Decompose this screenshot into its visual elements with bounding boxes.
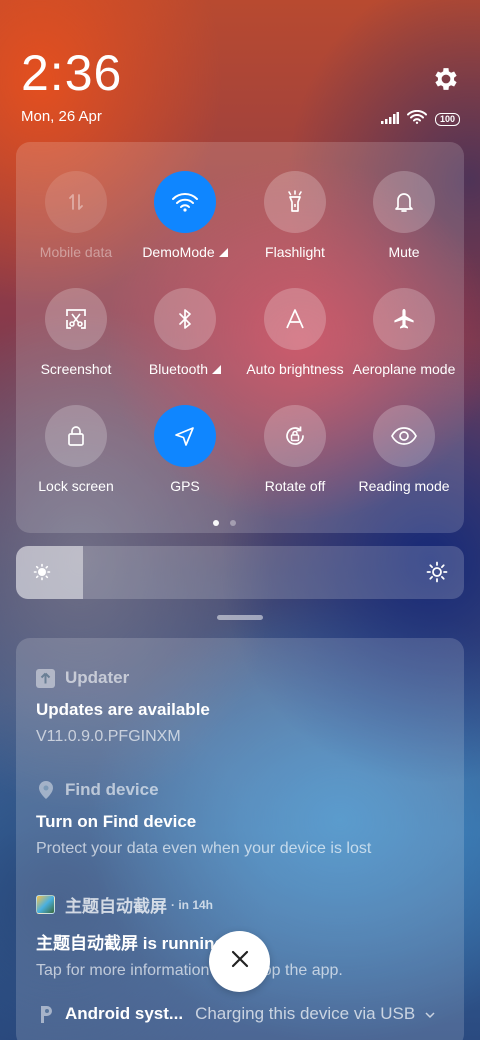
signal-icon <box>380 111 399 129</box>
brightness-low-icon <box>32 562 52 587</box>
tile-flashlight[interactable]: Flashlight <box>240 171 350 260</box>
notification-android-system[interactable]: Android syst... Charging this device via… <box>36 1004 435 1024</box>
tile-screenshot[interactable]: Screenshot <box>21 288 131 377</box>
battery-indicator: 100 <box>434 113 460 126</box>
tile-label: Aeroplane mode <box>352 361 456 377</box>
rotate-lock-icon <box>264 405 326 467</box>
tile-reading-mode[interactable]: Reading mode <box>349 405 459 494</box>
wifi-status-icon <box>406 109 427 129</box>
android-system-icon <box>36 1005 55 1024</box>
tile-bluetooth[interactable]: Bluetooth <box>130 288 240 377</box>
brightness-slider[interactable] <box>16 546 464 599</box>
tile-gps[interactable]: GPS <box>130 405 240 494</box>
brightness-high-icon <box>426 561 448 588</box>
notification-updater[interactable]: Updater Updates are available V11.0.9.0.… <box>36 668 444 746</box>
notification-app-name: Android syst... <box>65 1004 184 1023</box>
tile-label: Lock screen <box>38 478 114 494</box>
mobile-data-icon <box>45 171 107 233</box>
auto-brightness-icon <box>264 288 326 350</box>
updater-icon <box>36 668 55 688</box>
tile-label: GPS <box>170 478 200 494</box>
airplane-icon <box>373 288 435 350</box>
tile-label: Bluetooth <box>148 361 209 377</box>
notification-app-name: 主题自动截屏 <box>65 897 167 916</box>
notification-app-name: Find device <box>65 780 159 799</box>
clear-all-button[interactable] <box>209 931 270 992</box>
expand-triangle-icon <box>218 248 228 257</box>
notification-app-name: Updater <box>65 668 130 687</box>
wifi-icon <box>154 171 216 233</box>
tile-auto-brightness[interactable]: Auto brightness <box>240 288 350 377</box>
tile-label: Mute <box>388 244 420 260</box>
location-arrow-icon <box>154 405 216 467</box>
tile-label: Flashlight <box>265 244 325 260</box>
chevron-down-icon[interactable] <box>425 1004 435 1024</box>
notification-find-device[interactable]: Find device Turn on Find device Protect … <box>36 780 444 858</box>
settings-gear-icon[interactable] <box>431 64 461 94</box>
page-indicator <box>213 520 236 526</box>
location-pin-icon <box>36 781 55 800</box>
flashlight-icon <box>264 171 326 233</box>
notification-time: · in 14h <box>171 897 214 912</box>
clock[interactable]: 2:36 <box>21 44 122 102</box>
close-icon <box>231 950 249 973</box>
tile-mute[interactable]: Mute <box>349 171 459 260</box>
bell-icon <box>373 171 435 233</box>
notification-text: Protect your data even when your device … <box>36 840 372 857</box>
notification-title: Updates are available <box>36 700 210 719</box>
tile-label: Screenshot <box>40 361 112 377</box>
date[interactable]: Mon, 26 Apr <box>21 108 102 125</box>
page-dot <box>230 520 236 526</box>
tile-lock-screen[interactable]: Lock screen <box>21 405 131 494</box>
lock-icon <box>45 405 107 467</box>
tile-label: DemoMode <box>142 244 215 260</box>
tile-label: Auto brightness <box>246 361 344 377</box>
eye-icon <box>373 405 435 467</box>
notification-text: Charging this device via USB <box>195 1004 416 1023</box>
notification-text: V11.0.9.0.PFGINXM <box>36 728 181 745</box>
screenshot-icon <box>45 288 107 350</box>
tile-label: Reading mode <box>358 478 450 494</box>
drag-handle[interactable] <box>217 615 263 620</box>
app-thumbnail-icon <box>36 895 55 914</box>
tile-aeroplane-mode[interactable]: Aeroplane mode <box>349 288 459 377</box>
notification-title: Turn on Find device <box>36 812 197 831</box>
tile-mobile-data[interactable]: Mobile data <box>21 171 131 260</box>
expand-triangle-icon <box>212 365 222 374</box>
tile-rotate-off[interactable]: Rotate off <box>240 405 350 494</box>
tile-label: Rotate off <box>264 478 326 494</box>
page-dot-active <box>213 520 219 526</box>
tile-label: Mobile data <box>39 244 113 260</box>
tile-wifi[interactable]: DemoMode <box>130 171 240 260</box>
bluetooth-icon <box>154 288 216 350</box>
status-bar-icons: 100 <box>380 109 460 129</box>
